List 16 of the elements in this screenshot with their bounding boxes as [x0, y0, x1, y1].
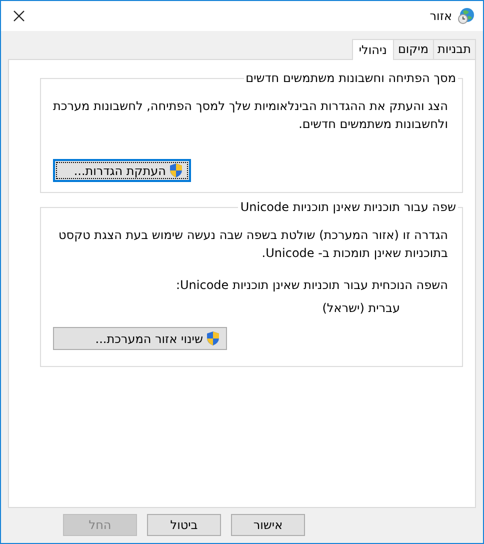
description: הצג והעתק את ההגדרות הבינלאומיות שלך למסך הפתיחה, לחשבונות מערכת ולחשבונות משתמשים חדשים.	[53, 98, 448, 133]
current-language: עברית (ישראל)	[321, 301, 401, 315]
tab[interactable]: ניהולי	[352, 39, 394, 60]
group-title: שפה עבור תוכניות שאינן תוכניות Unicode	[238, 200, 458, 215]
shield-icon	[206, 331, 220, 346]
tab[interactable]: תבניות	[432, 39, 476, 59]
window-title: אזור	[430, 9, 452, 23]
globe-icon	[457, 7, 475, 25]
shield-button[interactable]: שינוי אזור המערכת...	[53, 327, 227, 350]
close-icon[interactable]	[13, 10, 25, 22]
description: הגדרה זו (אזור המערכת) שולטת בשפה שבה נעשה שימוש בעת הצגת טקסט בתוכניות שאינן תומכות ב- Unicode.	[58, 227, 448, 262]
dialog-button[interactable]: ביטול	[147, 514, 221, 536]
shield-button[interactable]: העתקת הגדרות...	[53, 159, 191, 182]
dialog-button[interactable]: אישור	[231, 514, 305, 536]
current-language-label: השפה הנוכחית עבור תוכניות שאינן תוכניות Unicode:	[174, 278, 448, 292]
shield-icon	[169, 163, 183, 178]
